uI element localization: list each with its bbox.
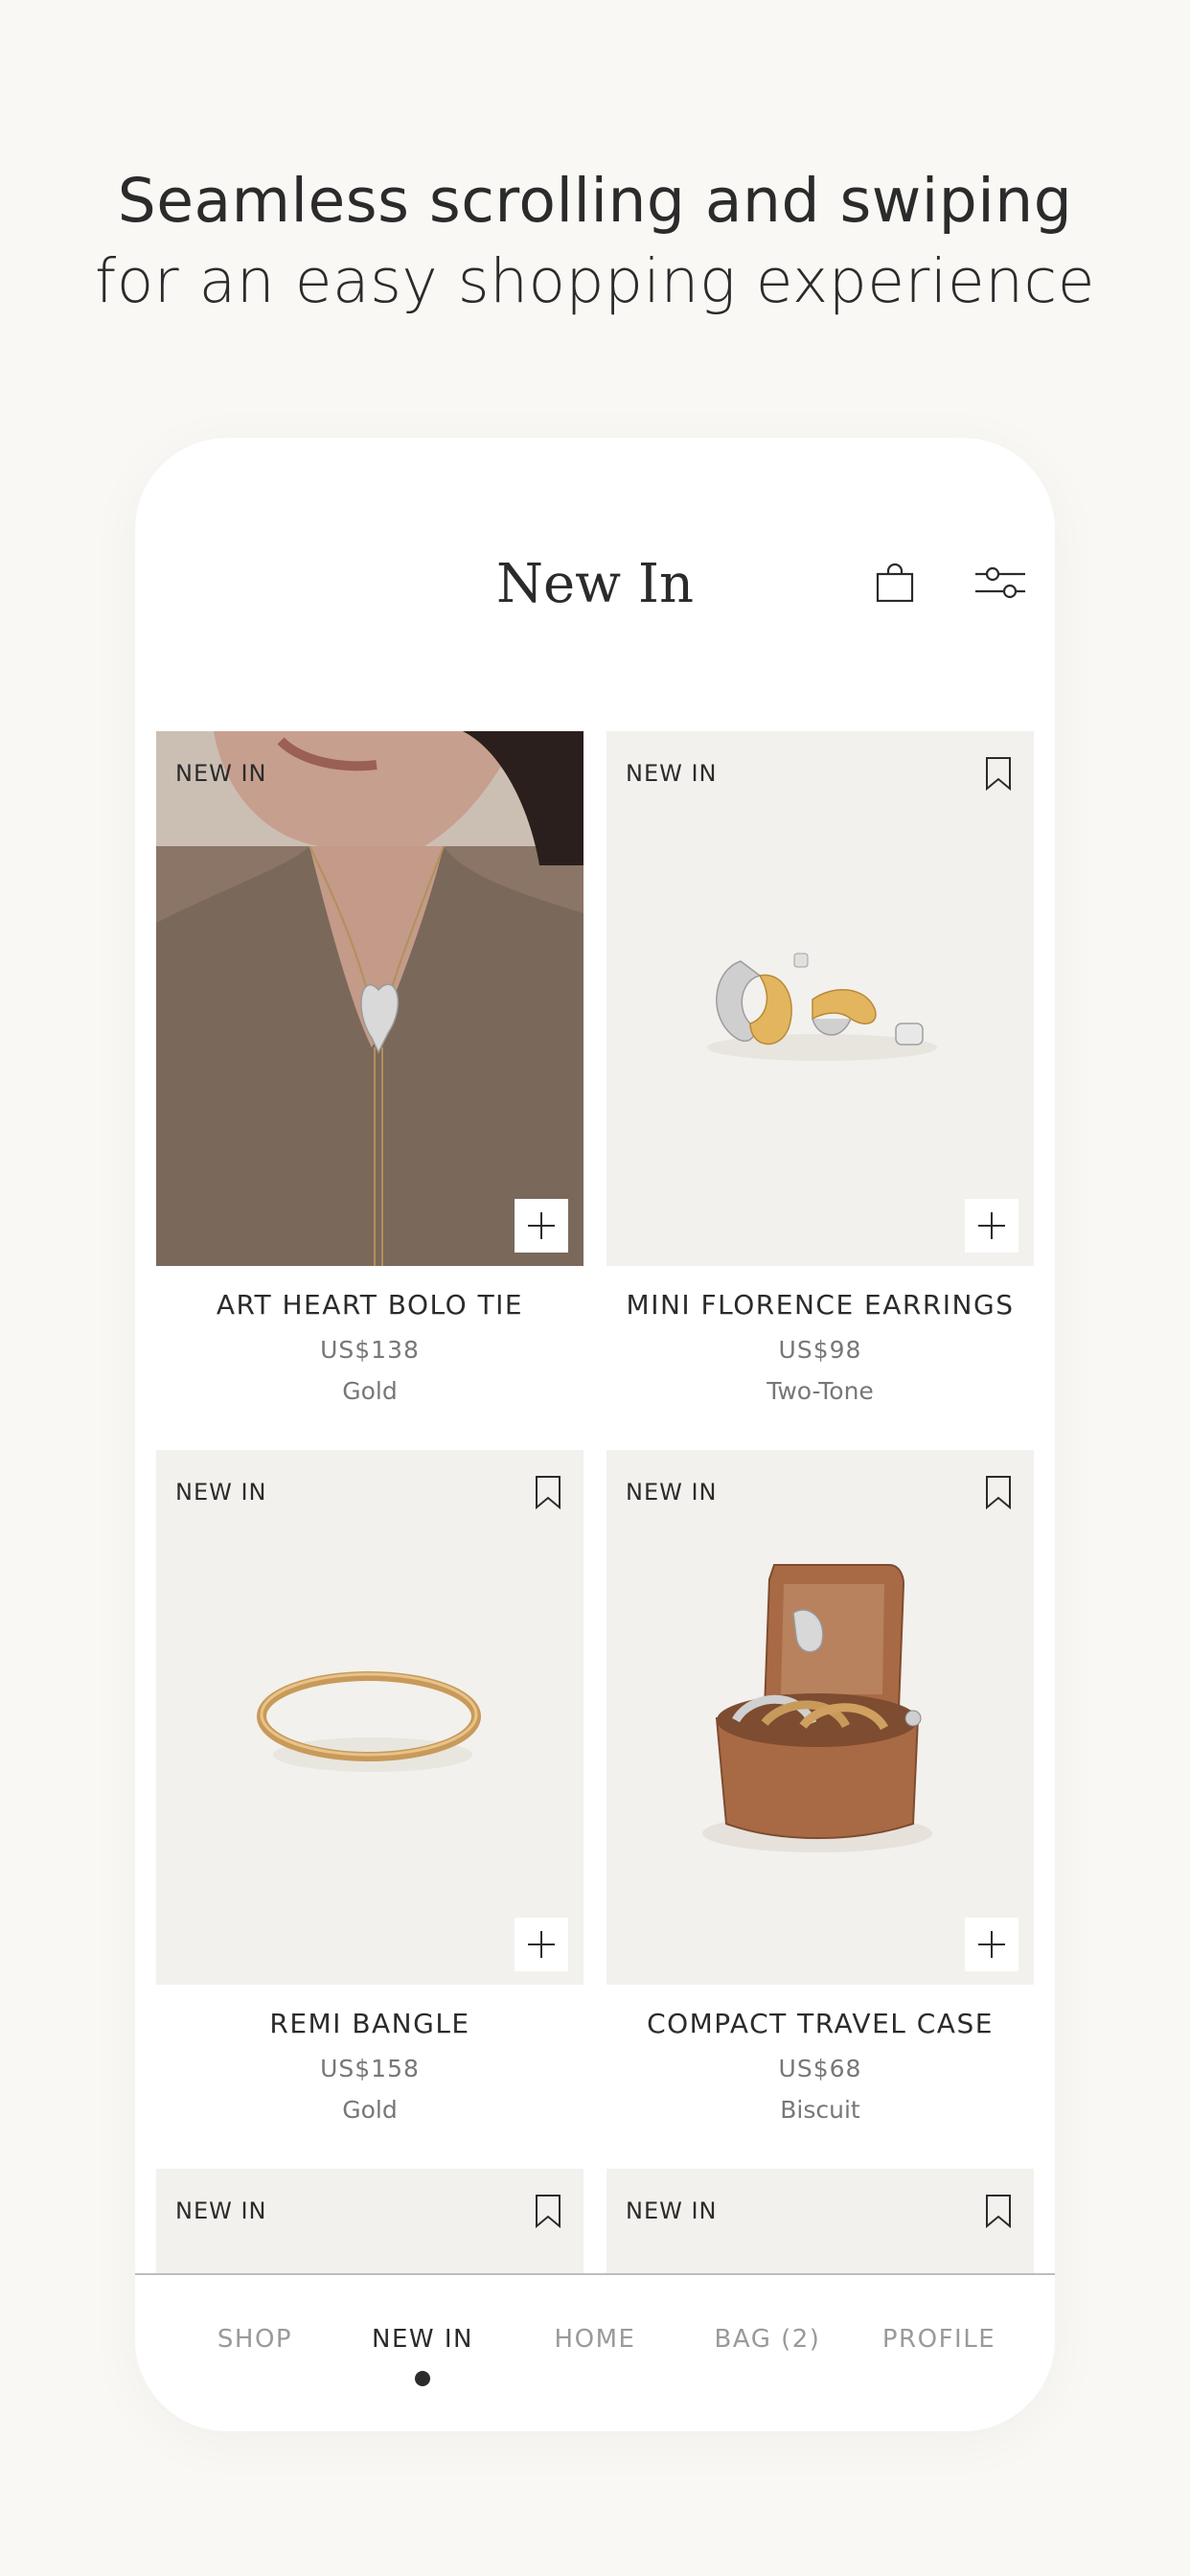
product-price: US$68 xyxy=(778,2055,862,2082)
phone-screen: New In NEW IN ART HEART BOLO TIE US$138 … xyxy=(135,438,1055,2431)
bookmark-icon[interactable] xyxy=(534,1475,562,1510)
new-in-badge: NEW IN xyxy=(626,760,718,787)
new-in-badge: NEW IN xyxy=(175,760,267,787)
new-in-badge: NEW IN xyxy=(175,1479,267,1506)
travel-case-photo[interactable]: NEW IN xyxy=(606,1450,1034,1985)
product-price: US$98 xyxy=(778,1336,862,1364)
add-to-bag-button[interactable] xyxy=(515,1918,568,1971)
bookmark-icon[interactable] xyxy=(984,1475,1013,1510)
bangle-photo[interactable]: NEW IN xyxy=(156,1450,584,1985)
product-variant: Gold xyxy=(342,1377,398,1405)
product-name[interactable]: COMPACT TRAVEL CASE xyxy=(606,2008,1034,2039)
new-in-badge: NEW IN xyxy=(175,2197,267,2224)
headline-line-1: Seamless scrolling and swiping xyxy=(117,166,1073,236)
add-to-bag-button[interactable] xyxy=(965,1918,1018,1971)
page-title: New In xyxy=(495,553,695,615)
new-in-badge: NEW IN xyxy=(626,1479,718,1506)
product-price: US$138 xyxy=(320,1336,420,1364)
shopping-bag-icon[interactable] xyxy=(874,563,916,605)
bookmark-icon[interactable] xyxy=(984,756,1013,792)
product-variant: Two-Tone xyxy=(767,1377,874,1405)
bottom-tab-bar: SHOP NEW IN HOME BAG (2) PROFILE xyxy=(135,2273,1055,2431)
add-to-bag-button[interactable] xyxy=(515,1199,568,1253)
marketing-page: Seamless scrolling and swiping for an ea… xyxy=(0,0,1190,2576)
new-in-badge: NEW IN xyxy=(626,2197,718,2224)
product-variant: Gold xyxy=(342,2096,398,2124)
bookmark-icon[interactable] xyxy=(984,2194,1013,2229)
necklace-photo[interactable]: NEW IN xyxy=(156,731,584,1266)
filter-sliders-icon[interactable] xyxy=(973,563,1027,605)
headline: Seamless scrolling and swiping for an ea… xyxy=(0,161,1190,322)
product-name[interactable]: REMI BANGLE xyxy=(156,2008,584,2039)
active-tab-indicator xyxy=(415,2371,430,2386)
tab-shop[interactable]: SHOP xyxy=(169,2325,341,2354)
product-variant: Biscuit xyxy=(780,2096,860,2124)
add-to-bag-button[interactable] xyxy=(965,1199,1018,1253)
product-card[interactable]: NEW IN COMPACT TRAVEL CASE US$68 Biscuit xyxy=(606,1450,1034,2124)
product-card[interactable]: NEW IN ART HEART BOLO TIE US$138 Gold xyxy=(156,731,584,1405)
tab-home[interactable]: HOME xyxy=(509,2325,681,2354)
product-name[interactable]: MINI FLORENCE EARRINGS xyxy=(606,1289,1034,1321)
headline-line-2: for an easy shopping experience xyxy=(95,246,1095,316)
product-card[interactable]: NEW IN REMI BANGLE US$158 Gold xyxy=(156,1450,584,2124)
tab-bag[interactable]: BAG (2) xyxy=(681,2325,854,2354)
product-name[interactable]: ART HEART BOLO TIE xyxy=(156,1289,584,1321)
product-card[interactable]: NEW IN MINI FLORENCE EARRINGS US$98 Two-… xyxy=(606,731,1034,1405)
tab-profile[interactable]: PROFILE xyxy=(853,2325,1025,2354)
bookmark-icon[interactable] xyxy=(534,2194,562,2229)
earrings-photo[interactable]: NEW IN xyxy=(606,731,1034,1266)
tab-new-in[interactable]: NEW IN xyxy=(336,2325,509,2354)
product-price: US$158 xyxy=(320,2055,420,2082)
